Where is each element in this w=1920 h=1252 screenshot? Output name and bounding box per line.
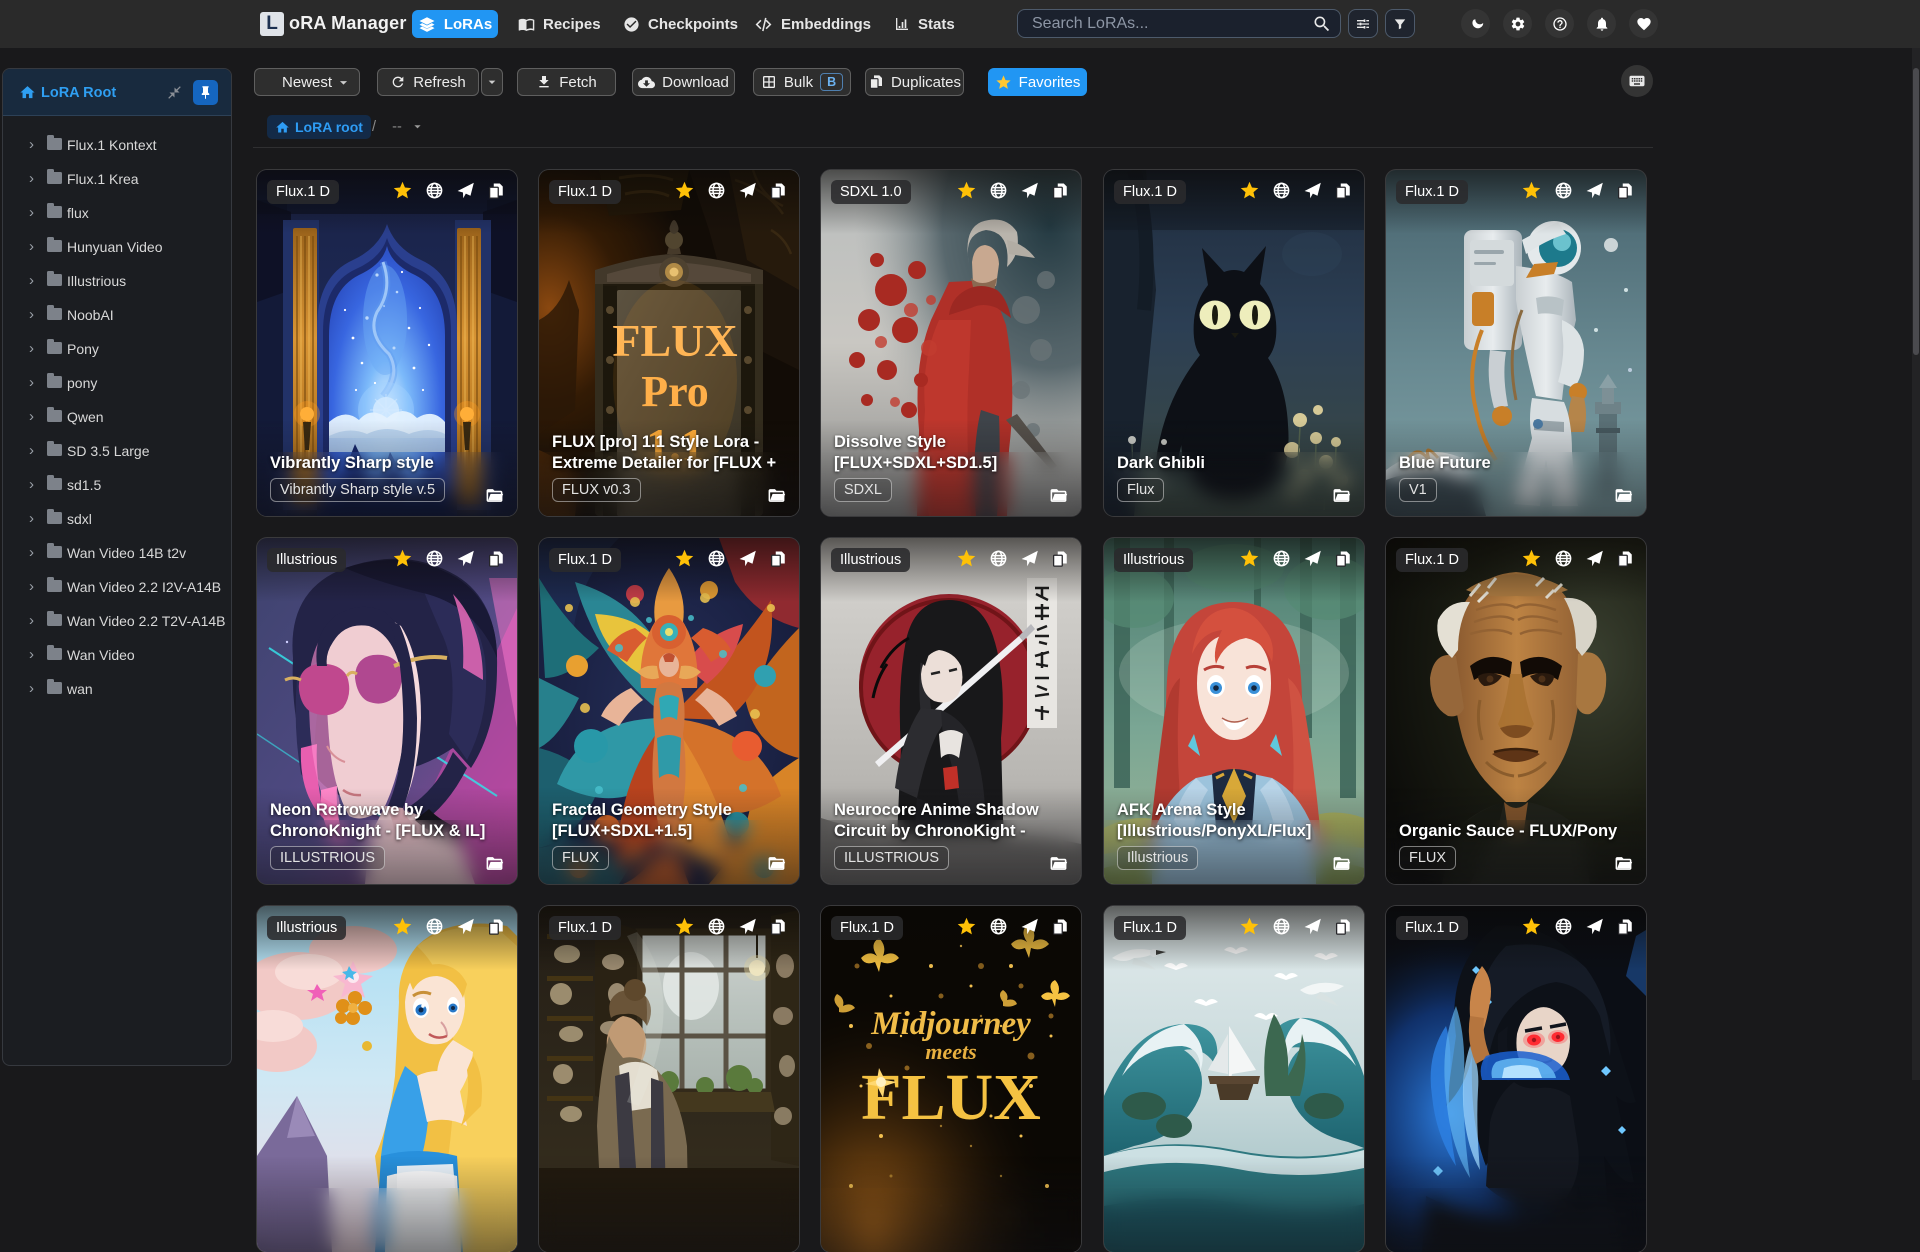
svg-text:Midjourney: Midjourney — [870, 1006, 1031, 1042]
svg-text:FLUX: FLUX — [861, 1061, 1041, 1134]
